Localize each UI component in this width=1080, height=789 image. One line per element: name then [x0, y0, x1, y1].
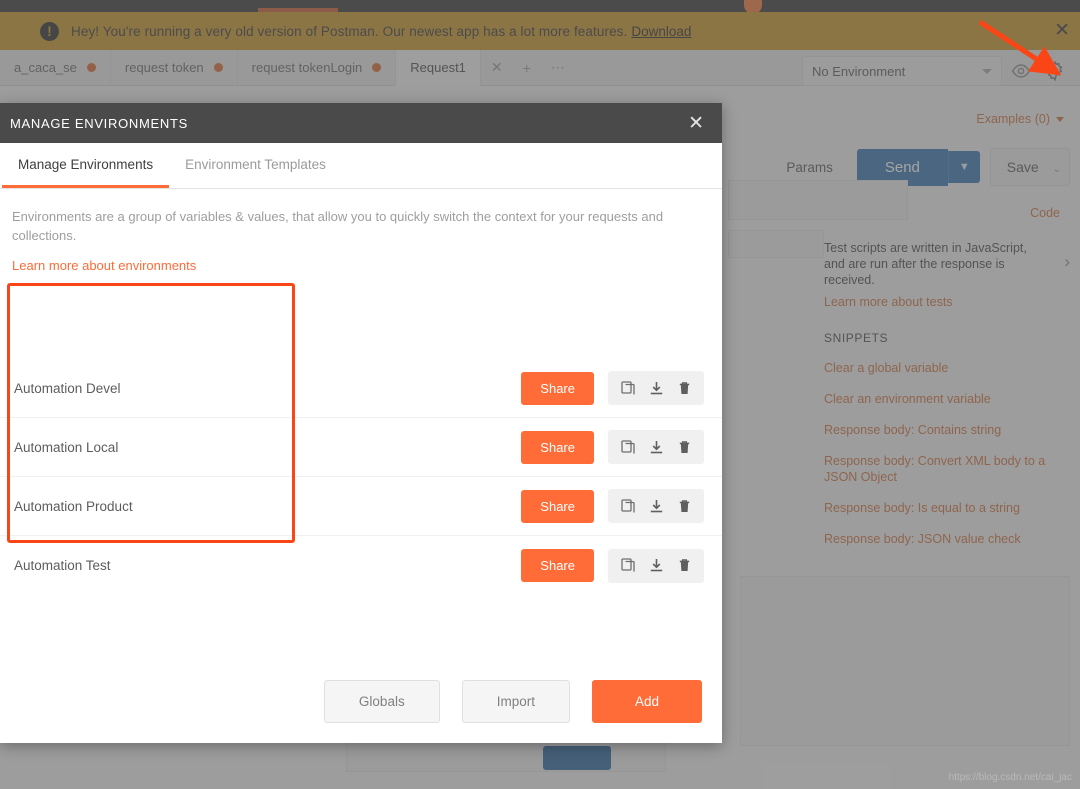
postman-app-window: ! Hey! You're running a very old version…	[0, 0, 1080, 789]
share-button[interactable]: Share	[521, 549, 594, 582]
tab-manage-environments[interactable]: Manage Environments	[2, 143, 170, 188]
import-button[interactable]: Import	[461, 679, 570, 723]
environment-list: Automation Devel Share Automation Local …	[0, 359, 722, 595]
add-button[interactable]: Add	[591, 679, 702, 723]
row-action-icons	[608, 489, 704, 523]
tab-environment-templates[interactable]: Environment Templates	[169, 143, 342, 188]
share-button[interactable]: Share	[521, 430, 594, 464]
download-icon[interactable]	[645, 496, 667, 516]
duplicate-icon[interactable]	[617, 556, 639, 576]
share-button[interactable]: Share	[521, 489, 594, 523]
download-icon[interactable]	[645, 437, 667, 457]
learn-more-environments-link[interactable]: Learn more about environments	[10, 258, 196, 273]
modal-description: Environments are a group of variables & …	[12, 209, 664, 243]
modal-tab-list: Manage Environments Environment Template…	[0, 143, 722, 189]
trash-icon[interactable]	[673, 437, 695, 457]
environment-name: Automation Local	[14, 439, 119, 455]
row-action-icons	[608, 371, 704, 405]
duplicate-icon[interactable]	[617, 437, 639, 457]
manage-environments-modal: MANAGE ENVIRONMENTS ✕ Manage Environment…	[0, 103, 722, 743]
environment-row[interactable]: Automation Product Share	[0, 477, 722, 536]
trash-icon[interactable]	[673, 378, 695, 398]
environment-name: Automation Devel	[14, 380, 121, 396]
environment-name: Automation Test	[14, 558, 111, 573]
modal-header: MANAGE ENVIRONMENTS ✕	[0, 103, 722, 143]
close-icon[interactable]: ✕	[684, 112, 708, 135]
share-button[interactable]: Share	[521, 371, 594, 405]
row-action-icons	[608, 430, 704, 464]
row-action-icons	[608, 548, 704, 583]
duplicate-icon[interactable]	[617, 378, 639, 398]
modal-body: Environments are a group of variables & …	[0, 189, 722, 659]
modal-footer: Globals Import Add	[0, 659, 722, 743]
globals-button[interactable]: Globals	[323, 679, 440, 723]
environment-name: Automation Product	[14, 498, 133, 514]
download-icon[interactable]	[645, 378, 667, 398]
watermark-text: https://blog.csdn.net/cai_jac	[948, 772, 1072, 783]
environment-row[interactable]: Automation Devel Share	[0, 359, 722, 418]
trash-icon[interactable]	[673, 496, 695, 516]
modal-title: MANAGE ENVIRONMENTS	[10, 115, 188, 131]
duplicate-icon[interactable]	[617, 496, 639, 516]
environment-row[interactable]: Automation Local Share	[0, 418, 722, 477]
download-icon[interactable]	[645, 556, 667, 576]
trash-icon[interactable]	[673, 556, 695, 576]
environment-row[interactable]: Automation Test Share	[0, 536, 722, 595]
